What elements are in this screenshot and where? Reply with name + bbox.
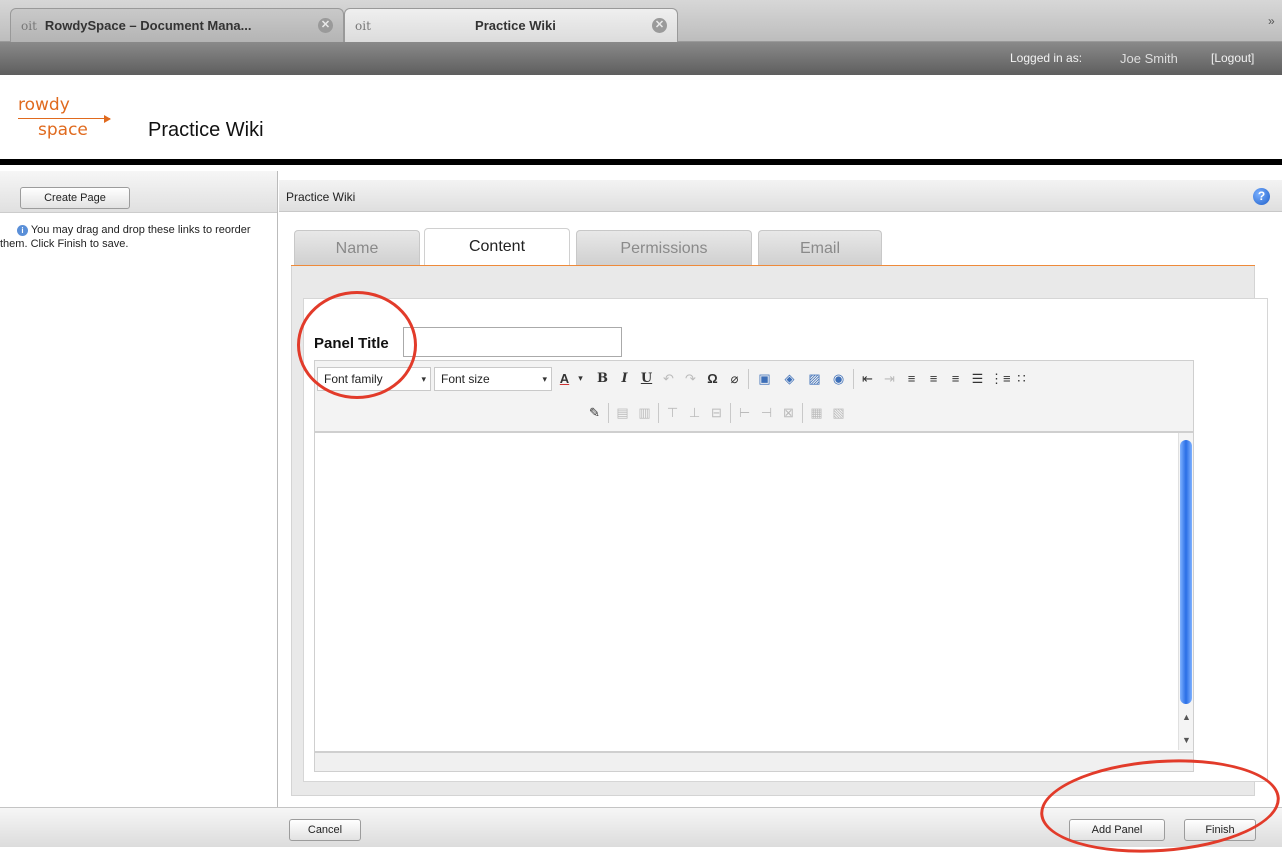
close-tab-icon[interactable]: ✕ [318,18,333,33]
redo-icon[interactable]: ↷ [681,369,700,388]
oit-favicon-icon: oit [355,18,371,33]
site-title: Practice Wiki [148,119,264,141]
info-icon: i [17,225,28,236]
toolbar-separator [748,369,749,389]
link-icon[interactable]: ◉ [829,369,848,388]
sidebar: Create Page i You may drag and drop thes… [0,171,278,807]
toolbar-separator [853,369,854,389]
browser-tab-bar: oit RowdySpace – Document Mana... ✕ oit … [0,0,1282,42]
cancel-button[interactable]: Cancel [289,819,361,841]
browser-tab-label: RowdySpace – Document Mana... [44,18,252,33]
user-bar: Logged in as: Joe Smith [Logout] [0,42,1282,75]
tab-name[interactable]: Name [294,230,420,266]
table-col-icon[interactable]: ▥ [635,403,654,422]
split-cells-icon[interactable]: ▧ [829,403,848,422]
create-page-button[interactable]: Create Page [20,187,130,209]
reorder-hint: i You may drag and drop these links to r… [0,223,272,251]
chevron-down-icon: ▾ [542,374,547,384]
panel-title-input[interactable] [403,327,622,357]
toolbar-separator [658,403,659,423]
scroll-down-icon[interactable]: ▼ [1181,735,1192,746]
media-icon[interactable]: ◈ [780,369,799,388]
user-name: Joe Smith [1120,51,1178,66]
underline-icon[interactable]: U [637,369,656,388]
toolbar-separator [802,403,803,423]
delete-col-icon[interactable]: ⊠ [779,403,798,422]
editor-status-bar [314,752,1194,772]
unordered-list-icon[interactable]: ∷ [1012,369,1031,388]
logged-in-label: Logged in as: [1010,51,1083,65]
scroll-up-icon[interactable]: ▲ [1181,712,1192,723]
indent-icon[interactable]: ⇥ [880,369,899,388]
chevron-down-icon: ▾ [421,374,426,384]
logout-link[interactable]: [Logout] [1211,51,1254,65]
rich-text-editor[interactable] [314,432,1194,752]
editor-toolbar: Font family ▾ Font size ▾ A ▾ B I U ↶ ↷ … [314,360,1194,432]
logo-arrow-icon [104,115,111,123]
font-size-select[interactable]: Font size ▾ [434,367,552,391]
undo-icon[interactable]: ↶ [659,369,678,388]
logo-text-space: space [38,120,88,140]
insert-row-before-icon[interactable]: ⊤ [663,403,682,422]
browser-tab-practice-wiki[interactable]: oit Practice Wiki ✕ [344,8,678,42]
align-center-icon[interactable]: ≡ [924,369,943,388]
delete-row-icon[interactable]: ⊟ [707,403,726,422]
oit-favicon-icon: oit [21,18,37,33]
page-title: Practice Wiki [286,190,356,204]
outdent-icon[interactable]: ⇤ [858,369,877,388]
font-color-dropdown-icon[interactable]: ▾ [571,369,590,388]
align-justify-icon[interactable]: ☰ [968,369,987,388]
remove-format-icon[interactable]: ⌀ [725,369,744,388]
bold-icon[interactable]: B [593,369,612,388]
reorder-hint-text: You may drag and drop these links to reo… [0,224,251,250]
edit-table-icon[interactable]: ✎ [585,403,604,422]
ordered-list-icon[interactable]: ⋮≡ [990,369,1011,388]
table-row-icon[interactable]: ▤ [613,403,632,422]
toolbar-separator [608,403,609,423]
image-icon[interactable]: ▣ [755,369,774,388]
align-left-icon[interactable]: ≡ [902,369,921,388]
browser-tab-label: Practice Wiki [475,18,556,33]
special-char-icon[interactable]: Ω [703,369,722,388]
site-header: rowdy space Practice Wiki [0,75,1282,165]
scrollbar-thumb[interactable] [1180,440,1192,704]
merge-cells-icon[interactable]: ▦ [807,403,826,422]
browser-tab-rowdyspace[interactable]: oit RowdySpace – Document Mana... ✕ [10,8,344,42]
logo-underline [18,118,110,119]
tab-email[interactable]: Email [758,230,882,266]
help-icon[interactable]: ? [1253,188,1270,205]
insert-col-after-icon[interactable]: ⊣ [757,403,776,422]
photo-icon[interactable]: ▨ [805,369,824,388]
insert-col-before-icon[interactable]: ⊢ [735,403,754,422]
sidebar-header: Create Page [0,171,277,213]
tab-content[interactable]: Content [424,228,570,266]
tab-overflow-icon[interactable]: » [1268,14,1275,28]
align-right-icon[interactable]: ≡ [946,369,965,388]
annotation-circle-panel-title [297,291,417,399]
italic-icon[interactable]: I [615,369,634,388]
tab-permissions[interactable]: Permissions [576,230,752,266]
font-size-value: Font size [441,372,490,386]
main-header: Practice Wiki ? [279,180,1282,212]
close-tab-icon[interactable]: ✕ [652,18,667,33]
toolbar-separator [730,403,731,423]
insert-row-after-icon[interactable]: ⊥ [685,403,704,422]
logo-text-rowdy: rowdy [18,95,70,115]
